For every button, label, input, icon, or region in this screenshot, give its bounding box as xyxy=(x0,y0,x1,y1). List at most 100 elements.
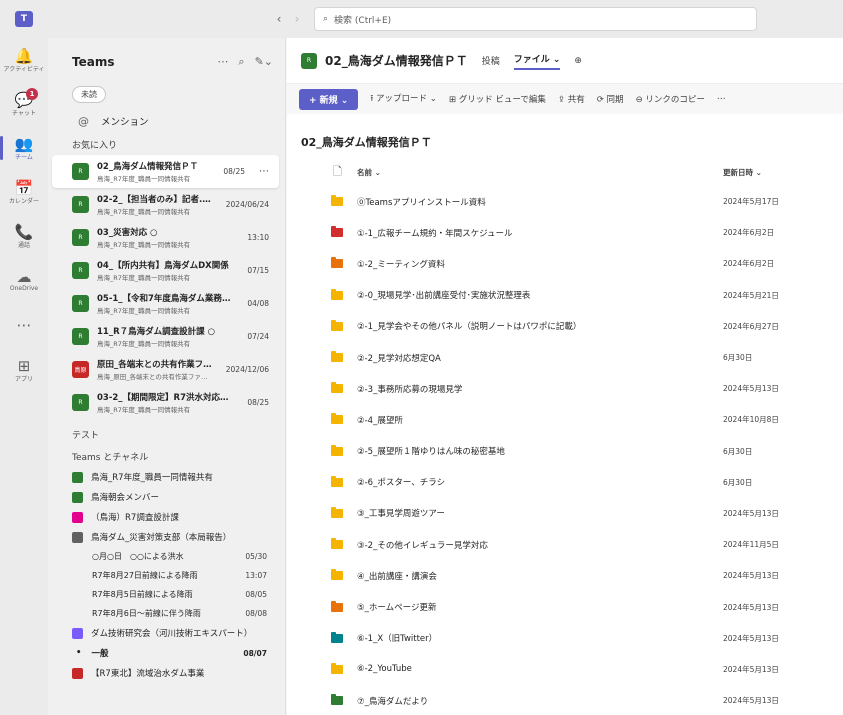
file-name[interactable]: ①-1_広報チーム規約・年間スケジュール xyxy=(345,227,723,239)
file-row[interactable]: ②-0_現場見学･出前講座受付･実施状況整理表 2024年5月21日 xyxy=(287,280,843,311)
column-modified[interactable]: 更新日時 ⌄ xyxy=(723,167,843,178)
file-type-icon[interactable]: 🗋 xyxy=(287,163,345,182)
file-name[interactable]: ②-3_事務所応募の現場見学 xyxy=(345,383,723,395)
team-item[interactable]: （鳥海）R7調査設計課 xyxy=(48,507,285,527)
favorite-channel-item[interactable]: R 11_R７鳥海ダム調査設計課 ○ 鳥海_R7年度_職員一同情報共有 07/24 xyxy=(52,320,279,353)
new-button[interactable]: + 新規 ⌄ xyxy=(299,88,359,110)
channel-item[interactable]: R7年8月27日前線による降雨 13:07 xyxy=(48,566,285,585)
mention-item[interactable]: @ メンション xyxy=(48,109,285,133)
forward-arrow-icon[interactable]: › xyxy=(288,12,306,26)
channel-item[interactable]: R7年8月6日～前線に伴う降雨 08/08 xyxy=(48,604,285,623)
channel-avatar: R xyxy=(301,52,317,69)
file-name[interactable]: ②-1_見学会やその他パネル（説明ノートはパワポに記載） xyxy=(345,320,723,332)
file-row[interactable]: ③_工事見学周遊ツアー 2024年5月13日 xyxy=(287,498,843,529)
tab-files[interactable]: ファイル ⌄ xyxy=(513,52,561,70)
file-row[interactable]: ②-4_展望所 2024年10月8日 xyxy=(287,404,843,435)
favorite-date: 07/24 xyxy=(247,332,269,341)
share-button[interactable]: ⇪ 共有 xyxy=(558,93,585,105)
rail-item-teams[interactable]: 👥 チーム xyxy=(0,126,48,170)
compose-icon[interactable]: ✎⌄ xyxy=(255,55,273,69)
search-icon[interactable]: ⌕ xyxy=(238,55,244,69)
team-item[interactable]: 鳥海ダム_災害対策支部（本局報告） xyxy=(48,527,285,547)
tab-posts[interactable]: 投稿 xyxy=(482,54,500,67)
favorite-date: 08/25 xyxy=(223,167,245,176)
file-name[interactable]: ⓪Teamsアプリインストール資料 xyxy=(345,196,723,208)
team-item[interactable]: ダム技術研究会（河川技術エキスパート） xyxy=(48,623,285,643)
file-row[interactable]: ⑦_鳥海ダムだより 2024年5月13日 xyxy=(287,685,843,715)
back-arrow-icon[interactable]: ‹ xyxy=(270,12,288,26)
rail-item-apps[interactable]: ⊞ アプリ xyxy=(0,348,48,392)
favorite-date: 07/15 xyxy=(247,266,269,275)
favorites-label[interactable]: お気に入り xyxy=(48,133,285,155)
folder-icon xyxy=(287,226,345,238)
file-row[interactable]: ⓪Teamsアプリインストール資料 2024年5月17日 xyxy=(287,186,843,217)
rail-item-bell[interactable]: 🔔 アクティビティ xyxy=(0,38,48,82)
file-row[interactable]: ⑥-1_X（旧Twitter） 2024年5月13日 xyxy=(287,623,843,654)
file-row[interactable]: ①-2_ミーティング資料 2024年6月2日 xyxy=(287,248,843,279)
favorite-name: 03_災害対応 ○ xyxy=(97,228,158,238)
file-name[interactable]: ③_工事見学周遊ツアー xyxy=(345,507,723,519)
file-name[interactable]: ①-2_ミーティング資料 xyxy=(345,258,723,270)
file-row[interactable]: ①-1_広報チーム規約・年間スケジュール 2024年6月2日 xyxy=(287,217,843,248)
channel-avatar: R xyxy=(72,262,89,279)
more-options-icon[interactable]: ⋯ xyxy=(217,55,228,69)
channel-item-general[interactable]: • 一般 08/07 xyxy=(48,643,285,663)
file-row[interactable]: ③-2_その他イレギュラー見学対応 2024年11月5日 xyxy=(287,529,843,560)
favorite-channel-item[interactable]: R 04_【所内共有】鳥海ダムDX関係 鳥海_R7年度_職員一同情報共有 07/15 xyxy=(52,254,279,287)
team-item[interactable]: 鳥海朝会メンバー xyxy=(48,487,285,507)
file-row[interactable]: ④_出前講座・講演会 2024年5月13日 xyxy=(287,560,843,591)
file-row[interactable]: ②-6_ポスター、チラシ 6月30日 xyxy=(287,467,843,498)
file-row[interactable]: ②-3_事務所応募の現場見学 2024年5月13日 xyxy=(287,373,843,404)
folder-shape xyxy=(331,694,343,706)
favorite-team: 鳥海_R7年度_職員一同情報共有 xyxy=(97,307,191,315)
channel-item[interactable]: ○月○日 ○○による洪水 05/30 xyxy=(48,547,285,566)
rail-item-more[interactable]: ⋯ xyxy=(0,302,48,348)
channel-item[interactable]: R7年8月5日前線による降雨 08/05 xyxy=(48,585,285,604)
breadcrumb[interactable]: 02_鳥海ダム情報発信ＰＴ xyxy=(287,114,843,158)
favorite-channel-item[interactable]: R 03-2_【期間限定】R7洪水対応演... 鳥海_R7年度_職員一同情報共有 08… xyxy=(52,386,279,419)
favorite-channel-item[interactable]: R 03_災害対応 ○ 鳥海_R7年度_職員一同情報共有 13:10 xyxy=(52,221,279,254)
file-name[interactable]: ⑥-2_YouTube xyxy=(345,664,723,674)
file-name[interactable]: ⑥-1_X（旧Twitter） xyxy=(345,632,723,644)
file-name[interactable]: ②-2_見学対応想定QA xyxy=(345,352,723,364)
rail-label: チャット xyxy=(12,109,36,117)
grid-edit-button[interactable]: ⊞ グリッド ビューで編集 xyxy=(449,93,546,105)
file-row[interactable]: ②-5_展望所１階ゆりはん味の秘密基地 6月30日 xyxy=(287,436,843,467)
favorite-channel-item[interactable]: R 05-1_【令和7年度鳥海ダム業務進... 鳥海_R7年度_職員一同情報共有 04… xyxy=(52,287,279,320)
file-name[interactable]: ⑦_鳥海ダムだより xyxy=(345,695,723,707)
file-name[interactable]: ③-2_その他イレギュラー見学対応 xyxy=(345,539,723,551)
file-row[interactable]: ②-2_見学対応想定QA 6月30日 xyxy=(287,342,843,373)
favorite-channel-item[interactable]: R 02-2_【担当者のみ】記者... ○ 鳥海_R7年度_職員一同情報共有 2024… xyxy=(52,188,279,221)
team-avatar xyxy=(72,491,83,503)
rail-item-onedrive[interactable]: ☁ OneDrive xyxy=(0,258,48,302)
file-name[interactable]: ②-4_展望所 xyxy=(345,414,723,426)
file-row[interactable]: ②-1_見学会やその他パネル（説明ノートはパワポに記載） 2024年6月27日 xyxy=(287,311,843,342)
team-item[interactable]: 鳥海_R7年度_職員一同情報共有 xyxy=(48,467,285,487)
favorite-name: 原田_各端末との共有作業ファ... xyxy=(97,360,214,370)
folder-icon xyxy=(287,538,345,550)
add-tab-icon[interactable]: ⊕ xyxy=(574,56,582,66)
rail-item-call[interactable]: 📞 通話 xyxy=(0,214,48,258)
more-button[interactable]: ⋯ xyxy=(717,94,726,104)
file-name[interactable]: ②-0_現場見学･出前講座受付･実施状況整理表 xyxy=(345,289,723,301)
favorite-channel-item[interactable]: R 02_鳥海ダム情報発信ＰＴ 鳥海_R7年度_職員一同情報共有 08/25 ⋯ xyxy=(52,155,279,188)
column-name[interactable]: 名前 ⌄ xyxy=(345,167,723,178)
search-input[interactable]: ⌕ 検索 (Ctrl+E) xyxy=(314,7,757,31)
file-row[interactable]: ⑤_ホームページ更新 2024年5月13日 xyxy=(287,591,843,622)
test-section-label[interactable]: テスト xyxy=(48,423,285,445)
file-name[interactable]: ②-5_展望所１階ゆりはん味の秘密基地 xyxy=(345,445,723,457)
upload-button[interactable]: ⭱ アップロード ⌄ xyxy=(370,92,437,107)
file-name[interactable]: ②-6_ポスター、チラシ xyxy=(345,476,723,488)
rail-item-calendar[interactable]: 📅 カレンダー xyxy=(0,170,48,214)
rail-item-chat[interactable]: 💬 チャット 1 xyxy=(0,82,48,126)
more-options-icon[interactable]: ⋯ xyxy=(259,166,269,177)
unread-filter-button[interactable]: 未読 xyxy=(72,86,106,103)
file-name[interactable]: ⑤_ホームページ更新 xyxy=(345,601,723,613)
favorite-channel-item[interactable]: 鳥原 原田_各端末との共有作業ファ... 鳥海_原田_各端末との共有作業ファイル 20… xyxy=(52,353,279,386)
sync-button[interactable]: ⟳ 同期 xyxy=(597,93,624,105)
copy-link-button[interactable]: ⊖ リンクのコピー xyxy=(636,93,705,105)
file-name[interactable]: ④_出前講座・講演会 xyxy=(345,570,723,582)
team-item[interactable]: 【R7東北】流域治水ダム事業 xyxy=(48,663,285,683)
file-row[interactable]: ⑥-2_YouTube 2024年5月13日 xyxy=(287,654,843,685)
teams-channels-label[interactable]: Teams とチャネル xyxy=(48,445,285,467)
